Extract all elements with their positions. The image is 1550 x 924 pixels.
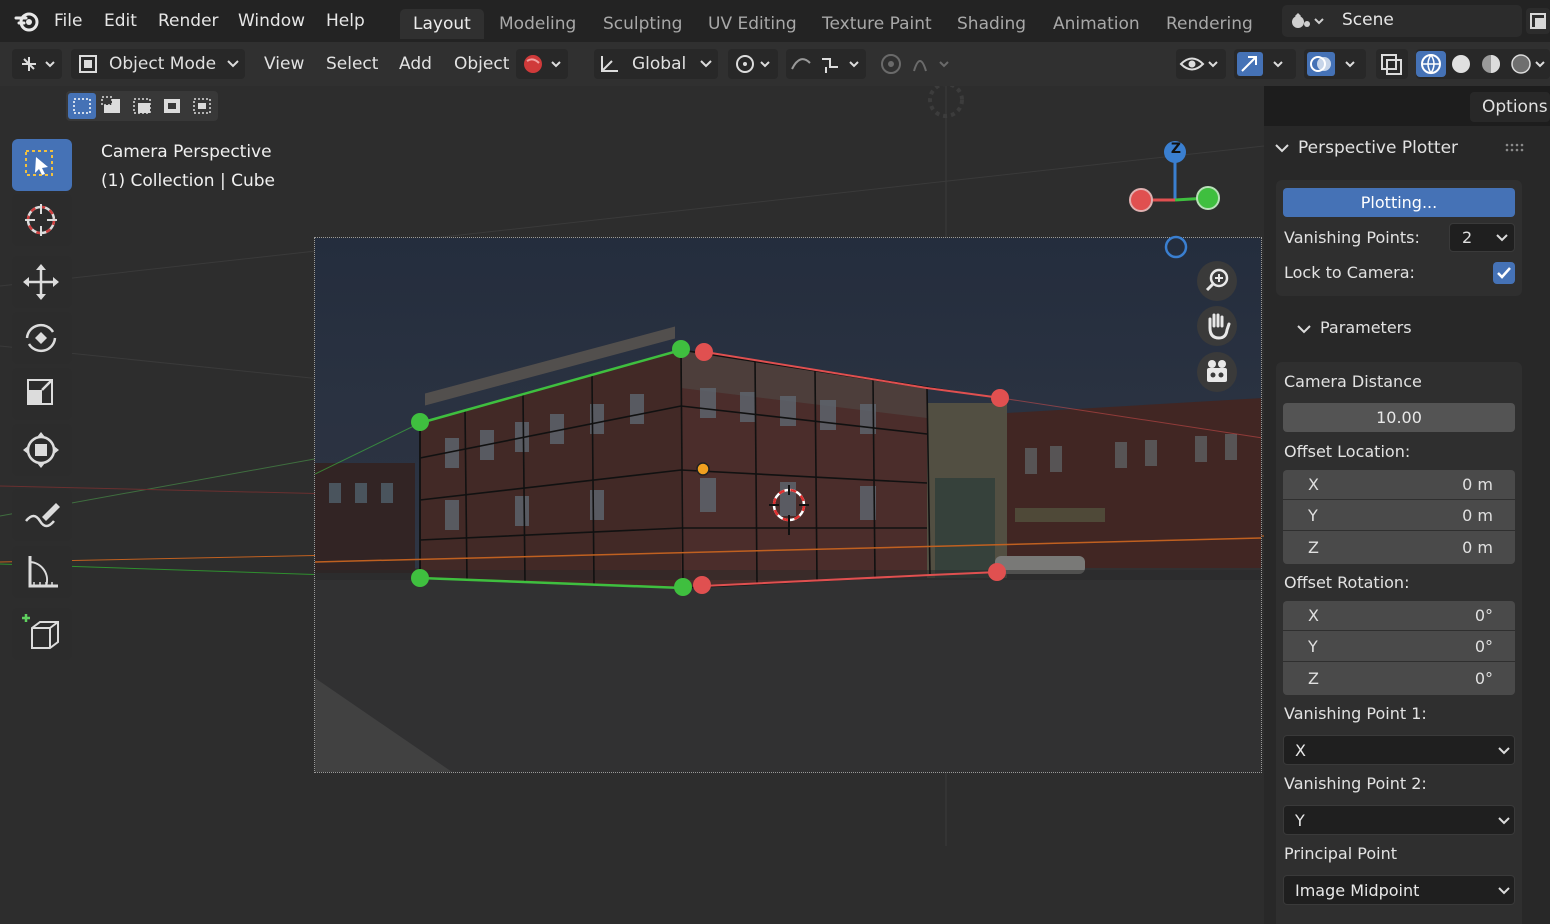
overlays-icon[interactable] xyxy=(1304,49,1366,79)
tab-rendering[interactable]: Rendering xyxy=(1153,9,1266,39)
lock-camera-checkbox[interactable] xyxy=(1493,262,1515,284)
wireframe-shading-icon[interactable] xyxy=(1430,52,1460,78)
axis-label: Y xyxy=(1308,637,1318,656)
offset-rotation-x[interactable]: X 0° xyxy=(1283,601,1515,631)
scene-icon[interactable] xyxy=(1290,10,1330,32)
pivot-point-icon[interactable] xyxy=(728,49,778,79)
tab-shading[interactable]: Shading xyxy=(944,9,1039,39)
pan-hand-icon[interactable] xyxy=(1197,306,1237,346)
axis-value: 0° xyxy=(1474,669,1493,688)
rotate-tool[interactable] xyxy=(12,312,72,364)
gizmo-z-label: Z xyxy=(1170,141,1182,157)
axis-label: Z xyxy=(1308,538,1319,557)
viewport-title: Camera Perspective xyxy=(101,142,272,162)
dropdown-value: Image Midpoint xyxy=(1295,881,1420,900)
vanishing-points-label: Vanishing Points: xyxy=(1284,228,1420,247)
camera-distance-label: Camera Distance xyxy=(1284,372,1422,391)
tab-animation[interactable]: Animation xyxy=(1040,9,1153,39)
rendered-shading-icon[interactable] xyxy=(1521,52,1550,78)
axis-label: Z xyxy=(1308,669,1319,688)
vanishing-points-value: 2 xyxy=(1462,228,1473,247)
lock-camera-label: Lock to Camera: xyxy=(1284,263,1415,282)
axis-value: 0 m xyxy=(1462,506,1493,525)
menu-edit[interactable]: Edit xyxy=(104,0,137,42)
perspective-handles xyxy=(411,340,1009,596)
axis-label: X xyxy=(1308,606,1319,625)
measure-tool[interactable] xyxy=(12,546,72,598)
principal-point-label: Principal Point xyxy=(1284,844,1397,863)
tab-texture-paint[interactable]: Texture Paint xyxy=(809,9,945,39)
vanishing-point-1-dropdown[interactable]: X xyxy=(1283,735,1515,765)
panel-drag-handle-icon[interactable] xyxy=(1504,142,1524,154)
plotting-button[interactable]: Plotting... xyxy=(1283,188,1515,217)
menu-select[interactable]: Select xyxy=(326,49,378,79)
solid-shading-icon[interactable] xyxy=(1461,52,1491,78)
annotate-tool[interactable] xyxy=(12,489,72,541)
offset-rotation-y[interactable]: Y 0° xyxy=(1283,632,1515,662)
gizmo-toggle-icon[interactable] xyxy=(1234,49,1296,79)
move-tool[interactable] xyxy=(12,256,72,308)
offset-location-x[interactable]: X 0 m xyxy=(1283,470,1515,500)
panel-title[interactable]: Perspective Plotter xyxy=(1298,138,1458,158)
add-cube-tool[interactable] xyxy=(12,608,72,660)
mode-label: Object Mode xyxy=(109,54,217,74)
parameters-collapse-icon[interactable] xyxy=(1296,321,1312,337)
axis-label: Y xyxy=(1308,506,1318,525)
tab-modeling[interactable]: Modeling xyxy=(486,9,589,39)
zoom-icon[interactable] xyxy=(1197,261,1237,301)
panel-collapse-icon[interactable] xyxy=(1274,140,1290,156)
offset-location-label: Offset Location: xyxy=(1284,442,1411,461)
dropdown-value: X xyxy=(1295,741,1306,760)
camera-view-icon[interactable] xyxy=(1197,352,1237,392)
editor-type-button[interactable] xyxy=(12,49,62,79)
visibility-icon[interactable] xyxy=(1176,49,1226,79)
blender-logo-icon[interactable] xyxy=(14,9,40,33)
select-box-tool[interactable] xyxy=(12,139,72,191)
camera-distance-field[interactable]: 10.00 xyxy=(1283,403,1515,432)
offset-location-z[interactable]: Z 0 m xyxy=(1283,533,1515,563)
menu-add[interactable]: Add xyxy=(399,49,432,79)
proportional-editing-icon[interactable] xyxy=(876,49,956,79)
principal-point-dropdown[interactable]: Image Midpoint xyxy=(1283,875,1515,905)
scale-tool[interactable] xyxy=(12,368,72,420)
axis-value: 0 m xyxy=(1462,538,1493,557)
menu-file[interactable]: File xyxy=(54,0,82,42)
viewport-subtitle: (1) Collection | Cube xyxy=(101,171,276,191)
options-button[interactable]: Options xyxy=(1470,92,1550,122)
axis-value: 0° xyxy=(1474,637,1493,656)
tab-sculpting[interactable]: Sculpting xyxy=(590,9,695,39)
material-preview-icon[interactable] xyxy=(1491,52,1521,78)
mode-dropdown[interactable]: Object Mode xyxy=(71,49,245,79)
parameters-title[interactable]: Parameters xyxy=(1320,318,1412,337)
vanishing-point-2-dropdown[interactable]: Y xyxy=(1283,805,1515,835)
axis-value: 0 m xyxy=(1462,475,1493,494)
menu-render[interactable]: Render xyxy=(158,0,219,42)
new-scene-icon[interactable] xyxy=(1526,8,1550,34)
tab-uv-editing[interactable]: UV Editing xyxy=(695,9,810,39)
vanishing-points-dropdown[interactable]: 2 xyxy=(1449,223,1515,252)
offset-location-y[interactable]: Y 0 m xyxy=(1283,501,1515,531)
axis-label: X xyxy=(1308,475,1319,494)
menu-view[interactable]: View xyxy=(264,49,304,79)
transform-tool[interactable] xyxy=(12,424,72,476)
orientation-dropdown[interactable]: Global xyxy=(594,49,718,79)
axis-value: 0° xyxy=(1474,606,1493,625)
3d-viewport[interactable]: Camera Perspective (1) Collection | Cube… xyxy=(0,86,1264,924)
menu-object[interactable]: Object xyxy=(454,49,509,79)
tab-layout[interactable]: Layout xyxy=(400,9,484,39)
object-color-icon[interactable] xyxy=(516,49,568,79)
cursor-tool[interactable] xyxy=(12,194,72,246)
offset-rotation-label: Offset Rotation: xyxy=(1284,573,1410,592)
vanishing-point-2-label: Vanishing Point 2: xyxy=(1284,774,1427,793)
menu-window[interactable]: Window xyxy=(238,0,305,42)
xray-icon[interactable] xyxy=(1376,49,1408,79)
vanishing-point-1-label: Vanishing Point 1: xyxy=(1284,704,1427,723)
menu-help[interactable]: Help xyxy=(326,0,365,42)
dropdown-value: Y xyxy=(1295,811,1305,830)
snapping-icon[interactable] xyxy=(786,49,866,79)
orientation-label: Global xyxy=(632,54,687,74)
offset-rotation-z[interactable]: Z 0° xyxy=(1283,664,1515,694)
scene-name[interactable]: Scene xyxy=(1342,10,1394,30)
